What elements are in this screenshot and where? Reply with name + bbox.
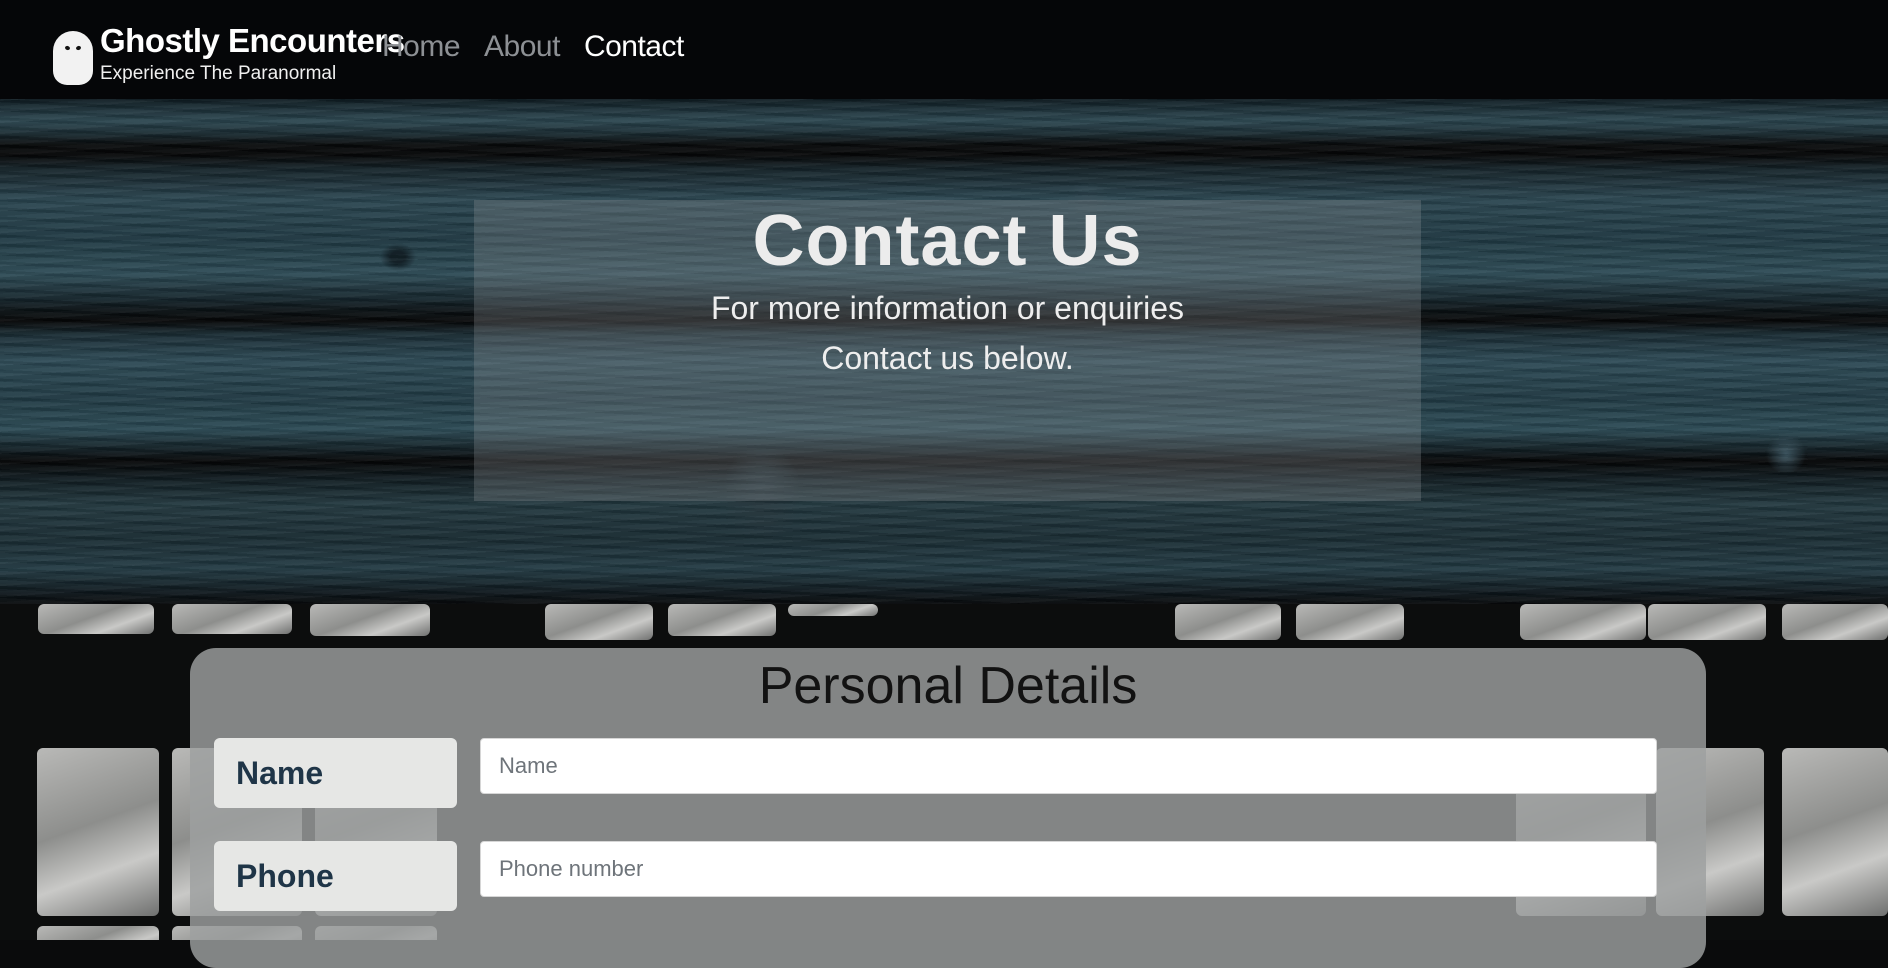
name-input[interactable] (480, 738, 1657, 794)
ghost-icon (53, 31, 93, 85)
section-title: Personal Details (758, 657, 1138, 715)
form-row-name: Name (214, 738, 1660, 810)
name-label: Name (214, 738, 457, 808)
hero-text-line-2: Contact us below. (821, 340, 1074, 376)
stone (38, 604, 154, 634)
page-title: Contact Us (752, 201, 1143, 281)
brand-subtitle: Experience The Paranormal (100, 63, 337, 84)
stone (1648, 604, 1766, 640)
stone (545, 604, 653, 640)
nav-link-about[interactable]: About (484, 30, 560, 64)
stone (1296, 604, 1404, 640)
hero-banner: Contact Us For more information or enqui… (0, 99, 1888, 604)
stone (668, 604, 776, 636)
nav-link-contact[interactable]: Contact (584, 30, 684, 64)
hero-text-line-1: For more information or enquiries (710, 290, 1185, 326)
main-nav: Home About Contact (382, 30, 684, 64)
hero-card: Contact Us For more information or enqui… (474, 200, 1421, 501)
stone (37, 748, 159, 916)
stone (37, 926, 159, 940)
stone (310, 604, 430, 636)
stone (1175, 604, 1281, 640)
stone (1520, 604, 1646, 640)
phone-label: Phone (214, 841, 457, 911)
form-row-phone: Phone (214, 841, 1660, 913)
navbar: Ghostly Encounters Experience The Parano… (0, 0, 1888, 99)
stone (788, 604, 878, 616)
stone (1782, 748, 1888, 916)
phone-input[interactable] (480, 841, 1657, 897)
stone (1782, 604, 1888, 640)
personal-details-panel: Personal Details Name Phone (190, 648, 1706, 968)
nav-link-home[interactable]: Home (382, 30, 461, 64)
brand-title: Ghostly Encounters (100, 22, 405, 59)
stone (172, 604, 292, 634)
